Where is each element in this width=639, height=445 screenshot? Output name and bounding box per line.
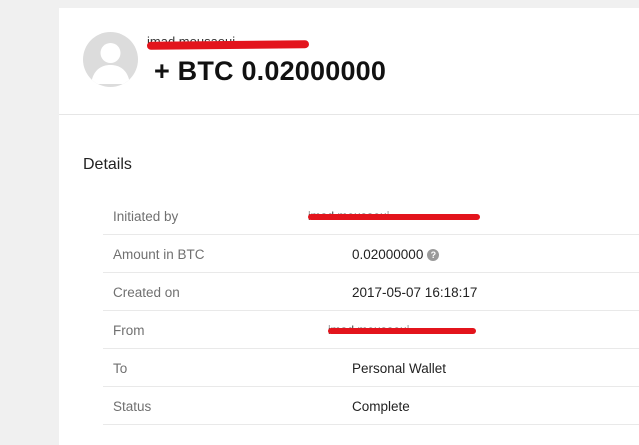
detail-value-redacted: imad mousaoui bbox=[308, 210, 480, 222]
user-silhouette-icon bbox=[91, 43, 130, 84]
detail-label: Created on bbox=[113, 285, 180, 300]
detail-row-status: Status Complete bbox=[103, 387, 639, 425]
detail-label: Initiated by bbox=[113, 209, 179, 224]
detail-label: From bbox=[113, 323, 145, 338]
detail-value-redacted: imad mousaoui bbox=[328, 324, 476, 336]
detail-value: Complete bbox=[352, 399, 410, 414]
transaction-amount: + BTC 0.02000000 bbox=[154, 56, 387, 86]
redaction-mark bbox=[308, 214, 480, 220]
info-icon[interactable]: ? bbox=[427, 249, 440, 261]
redaction-mark bbox=[147, 40, 309, 50]
redaction-mark bbox=[328, 328, 476, 334]
detail-label: Amount in BTC bbox=[113, 247, 205, 262]
detail-label: Status bbox=[113, 399, 152, 414]
detail-row-amount: Amount in BTC 0.02000000? bbox=[103, 235, 639, 273]
detail-row-from: From imad mousaoui bbox=[103, 311, 639, 349]
sender-name: imad mousaoui bbox=[147, 34, 309, 50]
detail-value: Personal Wallet bbox=[352, 361, 447, 376]
transaction-detail-panel: imad mousaoui + BTC 0.02000000 Details I… bbox=[59, 8, 639, 445]
detail-label: To bbox=[113, 361, 128, 376]
detail-value: 0.02000000 bbox=[352, 247, 424, 262]
details-table: Initiated by imad mousaoui Amount in BTC… bbox=[103, 197, 639, 425]
detail-value-amount: 0.02000000? bbox=[352, 247, 440, 262]
transaction-header: imad mousaoui + BTC 0.02000000 bbox=[59, 8, 639, 115]
detail-row-initiated-by: Initiated by imad mousaoui bbox=[103, 197, 639, 235]
detail-row-created-on: Created on 2017-05-07 16:18:17 bbox=[103, 273, 639, 311]
detail-row-to: To Personal Wallet bbox=[103, 349, 639, 387]
avatar bbox=[83, 32, 138, 87]
detail-value: 2017-05-07 16:18:17 bbox=[352, 285, 478, 300]
details-heading: Details bbox=[83, 156, 132, 173]
